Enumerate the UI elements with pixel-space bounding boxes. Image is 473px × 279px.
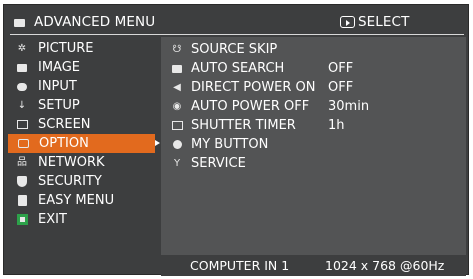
sidebar-item-network[interactable]: 品 NETWORK: [7, 153, 164, 172]
header-divider: [10, 34, 464, 35]
menu-icon: [14, 18, 25, 27]
sidebar-item-setup[interactable]: ↓ SETUP: [7, 96, 164, 115]
option-item-label: SERVICE: [191, 156, 246, 171]
sidebar-item-input[interactable]: INPUT: [7, 77, 164, 96]
sidebar-item-label: EXIT: [38, 212, 67, 227]
sidebar-item-screen[interactable]: SCREEN: [7, 115, 164, 134]
network-icon: 品: [17, 156, 27, 168]
auto-search-value: OFF: [328, 61, 354, 76]
option-item-service[interactable]: Y SERVICE: [171, 154, 246, 173]
sidebar-item-picture[interactable]: ✲ PICTURE: [7, 39, 164, 58]
status-footer: COMPUTER IN 1 1024 x 768 @60Hz: [161, 255, 466, 276]
option-icon: [17, 138, 29, 150]
select-key-icon: [340, 16, 355, 28]
source-skip-icon: ☋: [172, 44, 182, 55]
sidebar-item-label: NETWORK: [38, 155, 105, 170]
input-source-label: COMPUTER IN 1: [190, 258, 290, 273]
option-panel: ☋ SOURCE SKIP AUTO SEARCH OFF ◀ DIRECT P…: [161, 37, 466, 255]
shutter-timer-icon: [171, 120, 183, 132]
input-icon: [16, 81, 28, 93]
submenu-arrow-icon: [155, 140, 160, 146]
easy-menu-icon: [16, 195, 28, 207]
select-hint: SELECT: [340, 14, 409, 30]
exit-icon: [16, 214, 28, 226]
security-icon: [16, 176, 28, 188]
sidebar-item-label: EASY MENU: [38, 193, 115, 208]
menu-header: ADVANCED MENU SELECT: [10, 10, 464, 34]
menu-title: ADVANCED MENU: [34, 14, 156, 30]
menu-sidebar: ✲ PICTURE IMAGE INPUT ↓ SETUP SCREEN OPT…: [7, 39, 164, 229]
image-icon: [16, 62, 28, 74]
option-item-shutter-timer[interactable]: SHUTTER TIMER: [171, 116, 296, 135]
menu-title-group: ADVANCED MENU: [14, 14, 155, 30]
sidebar-item-label: SECURITY: [38, 174, 102, 189]
sidebar-item-label: SCREEN: [38, 117, 91, 132]
option-item-my-button[interactable]: MY BUTTON: [171, 135, 268, 154]
option-item-label: MY BUTTON: [191, 137, 269, 152]
auto-search-icon: [171, 63, 183, 75]
sidebar-item-label: PICTURE: [38, 41, 94, 56]
setup-icon: ↓: [17, 99, 27, 111]
service-icon: Y: [173, 158, 181, 169]
sidebar-item-option[interactable]: OPTION: [8, 134, 160, 153]
direct-power-on-value: OFF: [328, 80, 354, 95]
option-item-label: SOURCE SKIP: [191, 42, 278, 57]
signal-resolution-label: 1024 x 768 @60Hz: [325, 258, 445, 273]
sidebar-item-easy-menu[interactable]: EASY MENU: [7, 191, 164, 210]
sidebar-item-image[interactable]: IMAGE: [7, 58, 164, 77]
auto-power-off-value: 30min: [328, 99, 370, 114]
option-item-label: DIRECT POWER ON: [191, 80, 316, 95]
option-item-auto-power-off[interactable]: ◉ AUTO POWER OFF: [171, 97, 310, 116]
option-item-auto-search[interactable]: AUTO SEARCH: [171, 59, 284, 78]
my-button-icon: [171, 139, 183, 151]
sidebar-item-label: OPTION: [39, 136, 89, 151]
option-item-label: SHUTTER TIMER: [191, 118, 296, 133]
shutter-timer-value: 1h: [328, 118, 345, 133]
option-item-source-skip[interactable]: ☋ SOURCE SKIP: [171, 40, 278, 59]
option-item-label: AUTO POWER OFF: [191, 99, 310, 114]
picture-icon: ✲: [17, 42, 27, 54]
sidebar-item-label: SETUP: [38, 98, 80, 113]
option-item-label: AUTO SEARCH: [191, 61, 285, 76]
sidebar-item-exit[interactable]: EXIT: [7, 210, 164, 229]
sidebar-item-security[interactable]: SECURITY: [7, 172, 164, 191]
advanced-menu-osd: ADVANCED MENU SELECT ✲ PICTURE IMAGE INP…: [3, 4, 469, 276]
option-item-direct-power-on[interactable]: ◀ DIRECT POWER ON: [171, 78, 316, 97]
sidebar-item-label: IMAGE: [38, 60, 81, 75]
screen-icon: [16, 119, 28, 131]
select-label: SELECT: [358, 14, 410, 30]
direct-power-on-icon: ◀: [173, 82, 181, 93]
sidebar-item-label: INPUT: [38, 79, 77, 94]
auto-power-off-icon: ◉: [172, 101, 182, 112]
